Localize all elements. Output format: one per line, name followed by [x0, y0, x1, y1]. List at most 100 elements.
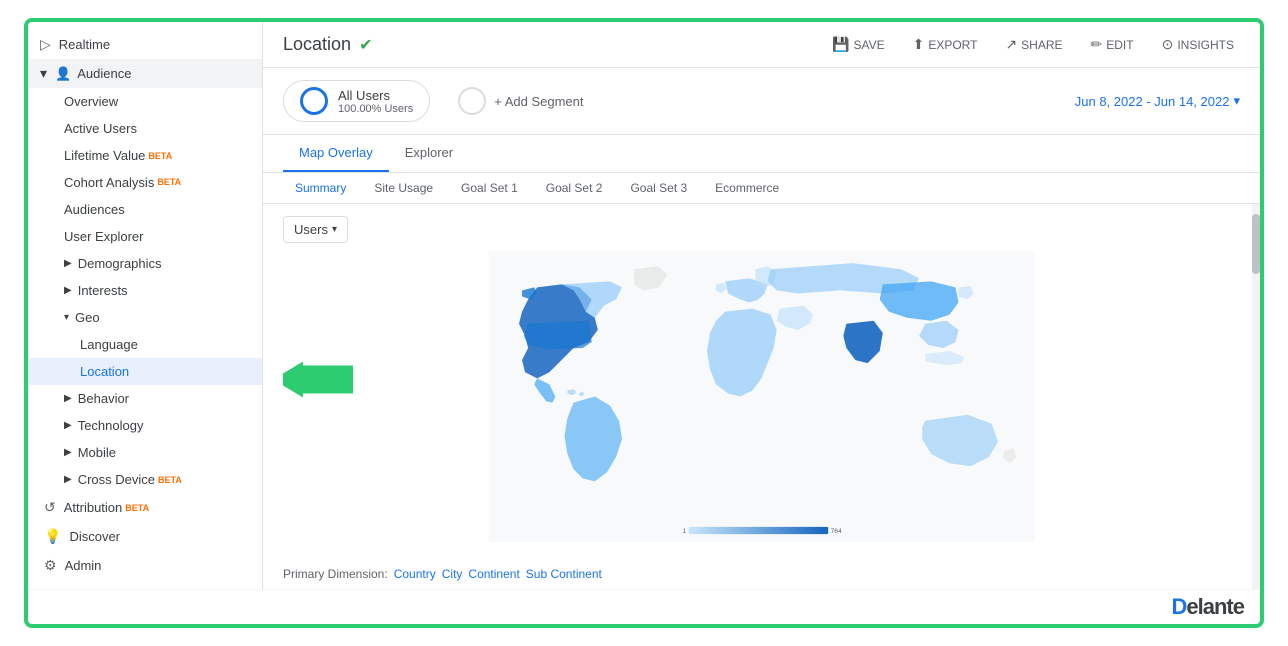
date-range-chevron: ▾: [1233, 93, 1240, 109]
sidebar-item-cross-device[interactable]: ▶ Cross Device BETA: [28, 466, 262, 493]
brand-d: D: [1172, 594, 1187, 619]
tab-explorer[interactable]: Explorer: [389, 135, 469, 172]
sidebar-item-mobile[interactable]: ▶ Mobile: [28, 439, 262, 466]
svg-text:764: 764: [831, 528, 842, 535]
cohort-badge: BETA: [157, 178, 181, 187]
attribution-badge: BETA: [125, 503, 149, 513]
demographics-chevron: ▶: [64, 258, 72, 269]
share-icon: ↗: [1005, 36, 1017, 53]
behavior-chevron: ▶: [64, 393, 72, 404]
sidebar-item-audiences[interactable]: Audiences: [28, 196, 262, 223]
all-users-segment[interactable]: All Users 100.00% Users: [283, 80, 430, 122]
attribution-icon: ↺: [44, 499, 56, 516]
sidebar-item-admin[interactable]: ⚙ Admin: [28, 551, 262, 580]
tab-map-overlay[interactable]: Map Overlay: [283, 135, 389, 172]
discover-icon: 💡: [44, 528, 61, 545]
mobile-label: Mobile: [78, 445, 116, 460]
insights-label: INSIGHTS: [1177, 38, 1234, 52]
interests-label: Interests: [78, 283, 128, 298]
sidebar-item-technology[interactable]: ▶ Technology: [28, 412, 262, 439]
scrollbar[interactable]: [1252, 204, 1260, 589]
sidebar-item-attribution[interactable]: ↺ Attribution BETA: [28, 493, 262, 522]
share-button[interactable]: ↗ SHARE: [999, 32, 1068, 57]
attribution-label: Attribution: [64, 500, 123, 515]
sidebar-item-language[interactable]: Language: [28, 331, 262, 358]
main-content: Location ✔ 💾 SAVE ⬆ EXPORT ↗ SHARE: [263, 22, 1260, 589]
sidebar-item-lifetime-value[interactable]: Lifetime Value BETA: [28, 142, 262, 169]
all-users-label: All Users: [338, 88, 413, 103]
edit-button[interactable]: ✏ EDIT: [1085, 32, 1140, 57]
explorer-tab-label: Explorer: [405, 145, 453, 160]
page-title: Location: [283, 34, 351, 55]
realtime-label: Realtime: [59, 37, 110, 52]
cross-device-chevron: ▶: [64, 474, 72, 485]
sidebar-item-interests[interactable]: ▶ Interests: [28, 277, 262, 304]
sidebar-item-user-explorer[interactable]: User Explorer: [28, 223, 262, 250]
primary-dimension-label: Primary Dimension:: [283, 567, 388, 581]
sidebar: ▷ Realtime ▾ 👤 Audience Overview Active …: [28, 22, 263, 589]
save-button[interactable]: 💾 SAVE: [826, 32, 891, 57]
sidebar-item-active-users[interactable]: Active Users: [28, 115, 262, 142]
export-button[interactable]: ⬆ EXPORT: [907, 32, 984, 57]
geo-label: Geo: [75, 310, 100, 325]
summary-label: Summary: [295, 181, 346, 195]
continent-link[interactable]: Continent: [468, 567, 519, 581]
sub-tab-goal-set-1[interactable]: Goal Set 1: [449, 173, 530, 203]
date-range-picker[interactable]: Jun 8, 2022 - Jun 14, 2022 ▾: [1075, 93, 1240, 109]
scrollbar-thumb[interactable]: [1252, 214, 1260, 274]
brand-logo: Delante: [1172, 594, 1244, 620]
export-label: EXPORT: [928, 38, 977, 52]
lifetime-value-badge: BETA: [148, 151, 172, 161]
location-arrow: [283, 361, 353, 402]
edit-icon: ✏: [1091, 36, 1103, 53]
insights-button[interactable]: ⊙ INSIGHTS: [1156, 32, 1240, 57]
technology-label: Technology: [78, 418, 144, 433]
add-segment-button[interactable]: + Add Segment: [446, 81, 595, 121]
sub-tab-site-usage[interactable]: Site Usage: [362, 173, 445, 203]
country-link[interactable]: Country: [394, 567, 436, 581]
sidebar-item-discover[interactable]: 💡 Discover: [28, 522, 262, 551]
top-bar-left: Location ✔: [283, 34, 372, 55]
sub-tab-goal-set-3[interactable]: Goal Set 3: [618, 173, 699, 203]
cross-device-label: Cross Device: [78, 472, 155, 487]
date-range-label: Jun 8, 2022 - Jun 14, 2022: [1075, 94, 1230, 109]
sidebar-item-behavior[interactable]: ▶ Behavior: [28, 385, 262, 412]
share-label: SHARE: [1021, 38, 1062, 52]
app-window: ▷ Realtime ▾ 👤 Audience Overview Active …: [24, 18, 1264, 628]
branding-bar: Delante: [28, 589, 1260, 624]
app-container: ▷ Realtime ▾ 👤 Audience Overview Active …: [28, 22, 1260, 589]
admin-label: Admin: [65, 558, 102, 573]
sidebar-item-geo[interactable]: ▾ Geo: [28, 304, 262, 331]
add-segment-circle: [458, 87, 486, 115]
goal-set-3-label: Goal Set 3: [630, 181, 687, 195]
sidebar-item-audience[interactable]: ▾ 👤 Audience: [28, 59, 262, 88]
primary-dimension: Primary Dimension: Country City Continen…: [283, 567, 602, 581]
map-container: 1 764: [283, 251, 1240, 542]
sidebar-item-realtime[interactable]: ▷ Realtime: [28, 30, 262, 59]
sidebar-item-overview[interactable]: Overview: [28, 88, 262, 115]
sidebar-item-demographics[interactable]: ▶ Demographics: [28, 250, 262, 277]
tabs-bar: Map Overlay Explorer: [263, 135, 1260, 173]
sidebar-item-cohort-analysis[interactable]: Cohort Analysis BETA: [28, 169, 262, 196]
sub-tab-ecommerce[interactable]: Ecommerce: [703, 173, 791, 203]
export-icon: ⬆: [913, 36, 925, 53]
sub-tab-goal-set-2[interactable]: Goal Set 2: [534, 173, 615, 203]
users-dropdown[interactable]: Users ▾: [283, 216, 348, 243]
audience-icon: ▾: [40, 65, 47, 82]
sub-continent-link[interactable]: Sub Continent: [526, 567, 602, 581]
realtime-icon: ▷: [40, 36, 51, 53]
segment-circle: [300, 87, 328, 115]
map-overlay-tab-label: Map Overlay: [299, 145, 373, 160]
svg-text:1: 1: [683, 528, 687, 535]
city-link[interactable]: City: [442, 567, 463, 581]
interests-chevron: ▶: [64, 285, 72, 296]
sidebar-item-location[interactable]: Location: [28, 358, 262, 385]
sub-tab-summary[interactable]: Summary: [283, 173, 358, 203]
cross-device-badge: BETA: [158, 475, 182, 485]
save-label: SAVE: [853, 38, 884, 52]
users-dropdown-chevron: ▾: [332, 224, 337, 235]
users-dropdown-label: Users: [294, 222, 328, 237]
goal-set-1-label: Goal Set 1: [461, 181, 518, 195]
mobile-chevron: ▶: [64, 447, 72, 458]
location-label: Location: [80, 364, 129, 379]
